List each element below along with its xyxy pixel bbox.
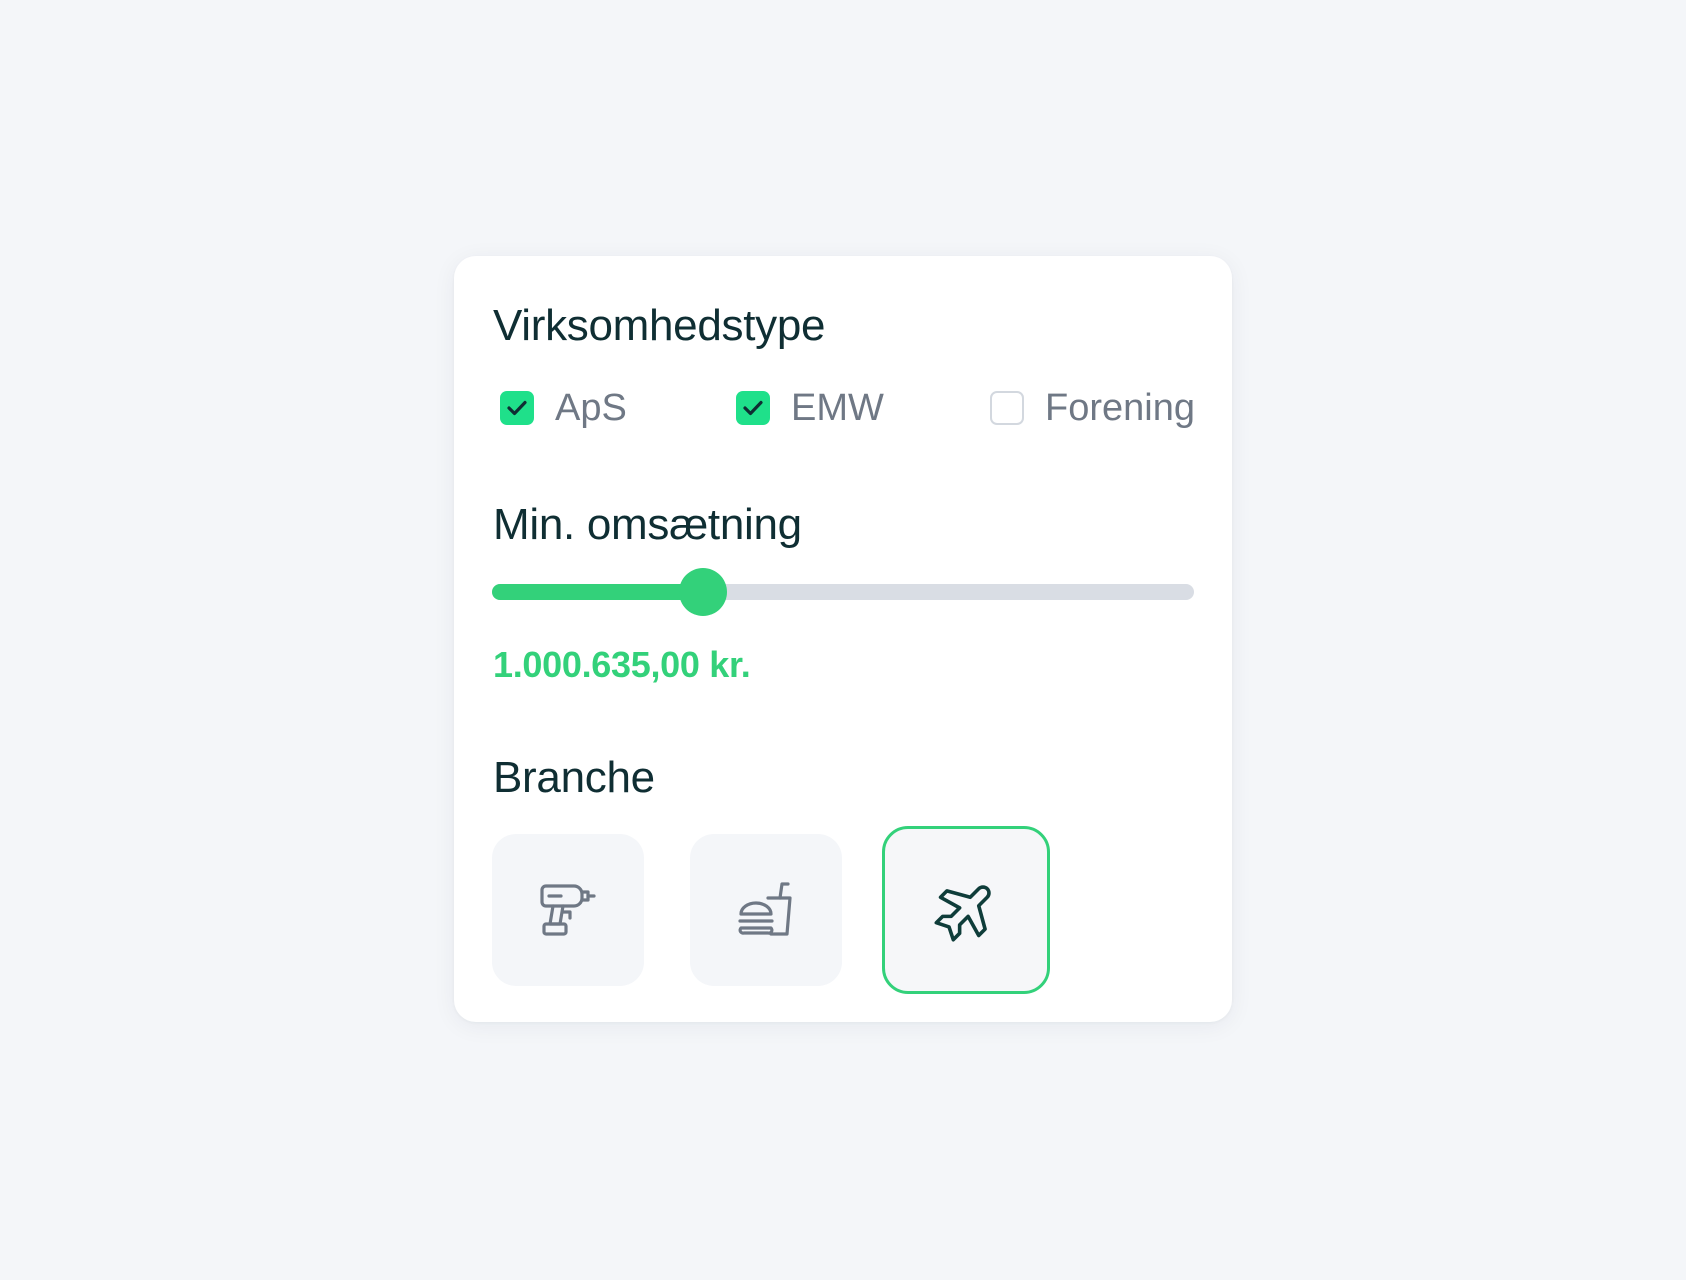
slider-thumb[interactable] xyxy=(678,568,727,616)
branch-heading: Branche xyxy=(493,753,655,802)
branch-tile-food[interactable] xyxy=(690,834,842,986)
revenue-value: 1.000.635,00 kr. xyxy=(493,644,751,685)
checkbox-emw[interactable]: EMW xyxy=(736,386,884,430)
checkbox-forening[interactable]: Forening xyxy=(990,386,1195,430)
checkbox-label: EMW xyxy=(791,387,884,429)
filter-card: Virksomhedstype ApS EMW Forening Min. om… xyxy=(454,256,1232,1022)
checkmark-icon xyxy=(507,400,527,416)
company-type-heading: Virksomhedstype xyxy=(493,301,826,350)
checkmark-icon xyxy=(743,400,763,416)
checkbox-checked[interactable] xyxy=(736,391,770,425)
checkbox-checked[interactable] xyxy=(500,391,534,425)
drill-icon xyxy=(532,874,604,946)
branch-tile-travel[interactable] xyxy=(882,826,1050,994)
checkbox-aps[interactable]: ApS xyxy=(500,386,627,430)
slider-fill xyxy=(492,584,703,600)
company-type-options: ApS EMW Forening xyxy=(454,386,1232,430)
min-revenue-heading: Min. omsætning xyxy=(493,500,802,549)
fast-food-icon xyxy=(730,874,802,946)
revenue-slider[interactable] xyxy=(492,568,1194,616)
checkbox-label: ApS xyxy=(555,387,627,429)
airplane-icon xyxy=(930,874,1002,946)
checkbox-label: Forening xyxy=(1045,387,1195,429)
checkbox-unchecked[interactable] xyxy=(990,391,1024,425)
branch-tile-construction[interactable] xyxy=(492,834,644,986)
